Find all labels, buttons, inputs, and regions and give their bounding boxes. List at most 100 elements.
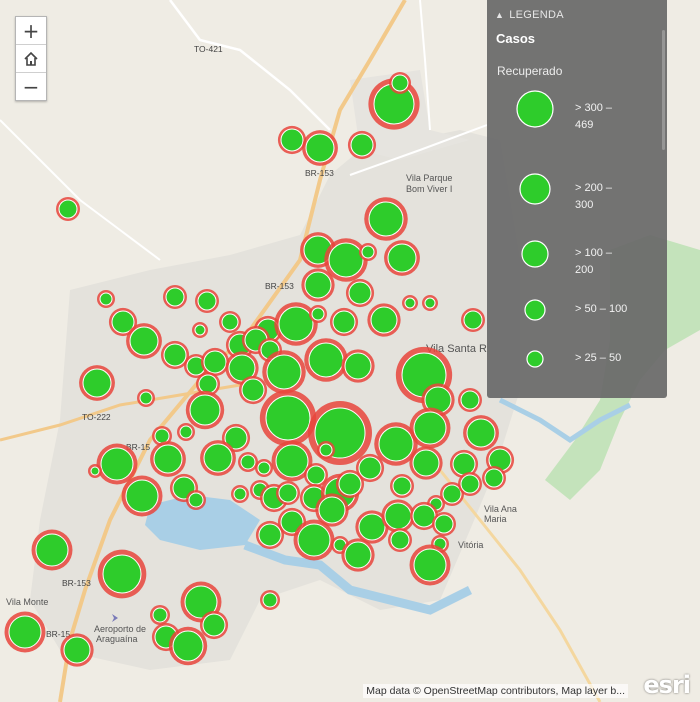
label-vila-monte: Vila Monte xyxy=(6,597,48,607)
map-attribution: Map data © OpenStreetMap contributors, M… xyxy=(363,684,628,698)
case-marker[interactable] xyxy=(260,590,280,610)
case-marker[interactable] xyxy=(301,268,335,302)
legend-symbol xyxy=(521,240,549,268)
label-vila-ana: Vila Ana xyxy=(484,504,517,514)
case-marker[interactable] xyxy=(367,303,401,337)
legend-layer-title: Casos xyxy=(496,31,536,46)
case-marker[interactable] xyxy=(276,481,300,505)
zoom-in-button[interactable]: + xyxy=(16,17,46,44)
legend-symbol xyxy=(526,350,544,368)
case-marker[interactable] xyxy=(390,474,414,498)
case-marker[interactable] xyxy=(137,389,155,407)
case-marker[interactable] xyxy=(88,464,102,478)
case-marker[interactable] xyxy=(432,512,456,536)
label-vitoria: Vitória xyxy=(458,540,483,550)
case-marker[interactable] xyxy=(364,197,408,241)
case-marker[interactable] xyxy=(255,520,285,550)
case-marker[interactable] xyxy=(199,610,229,640)
legend-title: LEGENDA xyxy=(509,9,564,21)
case-marker[interactable] xyxy=(195,289,219,313)
legend-class-label: > 100 – 200 xyxy=(575,247,613,276)
legend-class-label: > 50 – 100 xyxy=(575,303,628,315)
case-marker[interactable] xyxy=(345,278,375,308)
case-marker[interactable] xyxy=(277,125,307,155)
legend-panel: ▲ LEGENDA Casos Recuperado > 300 – 469 > … xyxy=(487,0,667,398)
case-marker[interactable] xyxy=(219,311,241,333)
case-marker[interactable] xyxy=(422,295,438,311)
case-marker[interactable] xyxy=(317,441,335,459)
case-marker[interactable] xyxy=(341,538,375,572)
case-marker[interactable] xyxy=(389,72,411,94)
label-maria: Maria xyxy=(484,514,507,524)
case-marker[interactable] xyxy=(304,338,348,382)
case-marker[interactable] xyxy=(409,407,451,449)
case-marker[interactable] xyxy=(238,452,258,472)
case-marker[interactable] xyxy=(388,528,412,552)
case-marker[interactable] xyxy=(31,529,73,571)
legend-header[interactable]: ▲ LEGENDA xyxy=(487,0,667,27)
case-marker[interactable] xyxy=(126,323,162,359)
case-marker[interactable] xyxy=(121,475,163,517)
legend-symbol xyxy=(519,173,551,205)
zoom-out-button[interactable]: − xyxy=(16,72,46,100)
label-vila-parque: Vila Parque xyxy=(406,173,452,183)
case-marker[interactable] xyxy=(238,375,268,405)
case-marker[interactable] xyxy=(185,390,225,430)
label-br153-d: BR-153 xyxy=(62,578,91,588)
case-marker[interactable] xyxy=(335,469,365,499)
legend-field-name: Recuperado xyxy=(497,64,563,78)
case-marker[interactable] xyxy=(402,295,418,311)
case-marker[interactable] xyxy=(168,626,208,666)
case-marker[interactable] xyxy=(458,472,482,496)
case-marker[interactable] xyxy=(463,415,499,451)
case-marker[interactable] xyxy=(384,240,420,276)
case-marker[interactable] xyxy=(56,197,80,221)
case-marker[interactable] xyxy=(482,466,506,490)
case-marker[interactable] xyxy=(4,611,46,653)
case-marker[interactable] xyxy=(192,322,208,338)
case-marker[interactable] xyxy=(347,130,377,160)
legend-class-label: > 25 – 50 xyxy=(575,352,622,364)
case-marker[interactable] xyxy=(461,308,485,332)
home-icon xyxy=(24,51,38,66)
case-marker[interactable] xyxy=(409,544,451,586)
case-marker[interactable] xyxy=(231,485,249,503)
case-marker[interactable] xyxy=(163,285,187,309)
case-marker[interactable] xyxy=(255,459,273,477)
case-marker[interactable] xyxy=(309,305,327,323)
case-marker[interactable] xyxy=(381,499,415,533)
label-bom-viver: Bom Viver I xyxy=(406,184,452,194)
case-marker[interactable] xyxy=(293,519,335,561)
label-to222: TO-222 xyxy=(82,412,111,422)
case-marker[interactable] xyxy=(329,307,359,337)
case-marker[interactable] xyxy=(200,347,230,377)
case-marker[interactable] xyxy=(302,130,338,166)
esri-logo: esri xyxy=(643,671,691,699)
case-marker[interactable] xyxy=(150,605,170,625)
case-marker[interactable] xyxy=(308,401,372,465)
case-marker[interactable] xyxy=(262,350,306,394)
case-marker[interactable] xyxy=(97,549,147,599)
case-marker[interactable] xyxy=(359,243,377,261)
label-to421: TO-421 xyxy=(194,44,223,54)
case-marker[interactable] xyxy=(200,440,236,476)
case-marker[interactable] xyxy=(60,633,94,667)
label-araguaina: Araguaína xyxy=(96,634,138,644)
case-marker[interactable] xyxy=(79,365,115,401)
case-marker[interactable] xyxy=(409,446,443,480)
case-marker[interactable] xyxy=(458,388,482,412)
case-marker[interactable] xyxy=(186,490,206,510)
zoom-control: + − xyxy=(15,16,47,101)
case-marker[interactable] xyxy=(341,349,375,383)
case-marker[interactable] xyxy=(177,423,195,441)
legend-symbol xyxy=(516,90,554,128)
case-marker[interactable] xyxy=(96,443,138,485)
collapse-triangle-icon: ▲ xyxy=(495,10,505,20)
legend-scrollbar[interactable] xyxy=(662,30,665,150)
label-aeroporto: Aeroporto de xyxy=(94,624,146,634)
case-marker[interactable] xyxy=(259,389,317,447)
home-button[interactable] xyxy=(16,44,46,72)
case-marker[interactable] xyxy=(97,290,115,308)
case-marker[interactable] xyxy=(150,441,186,477)
legend-symbol xyxy=(524,299,546,321)
